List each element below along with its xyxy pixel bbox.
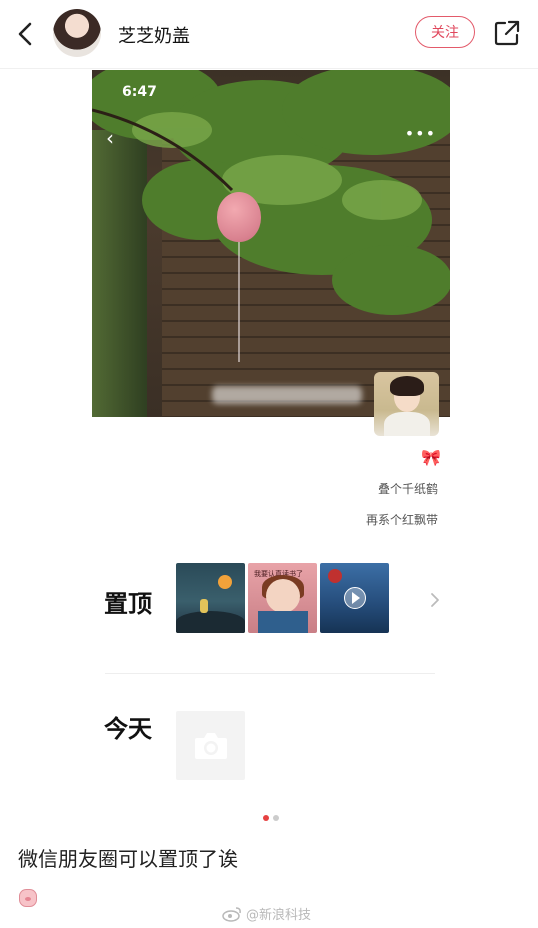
tree-foliage (92, 70, 450, 315)
more-icon: ••• (404, 124, 436, 143)
bow-icon: 🎀 (421, 448, 441, 467)
camera-icon (195, 733, 227, 759)
signature-line-2: 再系个红飘带 (365, 513, 438, 527)
watermark-text: @新浪科技 (246, 908, 312, 923)
play-icon (344, 587, 366, 609)
today-label: 今天 (104, 715, 152, 743)
pinned-thumbnail-3[interactable] (320, 563, 389, 633)
blurred-text (212, 386, 362, 404)
pinned-thumbnail-2[interactable]: 我要认真读书了 (248, 563, 317, 633)
add-photo-tile[interactable] (176, 711, 245, 780)
pager-dot[interactable] (273, 815, 279, 821)
share-icon[interactable] (492, 18, 522, 48)
pig-emoji-icon (19, 889, 37, 907)
post-caption: 微信朋友圈可以置顶了诶 (18, 847, 238, 871)
chevron-right-icon[interactable] (428, 590, 442, 610)
chevron-left-icon: ‹ (106, 126, 114, 150)
post-screenshot-image[interactable]: 6:47 ‹ ••• (92, 70, 450, 417)
back-arrow-icon[interactable] (10, 18, 42, 50)
username[interactable]: 芝芝奶盖 (118, 22, 190, 48)
pinned-thumbnail-1[interactable] (176, 563, 245, 633)
pager-dot-active[interactable] (263, 815, 269, 821)
balloon-string (238, 242, 240, 362)
signature-line-1: 叠个千纸鹤 (377, 482, 438, 496)
profile-thumbnail[interactable] (374, 372, 439, 436)
follow-button[interactable]: 关注 (415, 16, 475, 48)
top-bar: 芝芝奶盖 关注 (0, 0, 538, 69)
status-time: 6:47 (122, 84, 157, 100)
pinned-label: 置顶 (104, 590, 152, 618)
divider (105, 673, 435, 674)
watermark: @新浪科技 (222, 904, 311, 923)
balloon (217, 192, 261, 242)
avatar[interactable] (53, 9, 101, 57)
weibo-logo-icon (222, 906, 241, 922)
